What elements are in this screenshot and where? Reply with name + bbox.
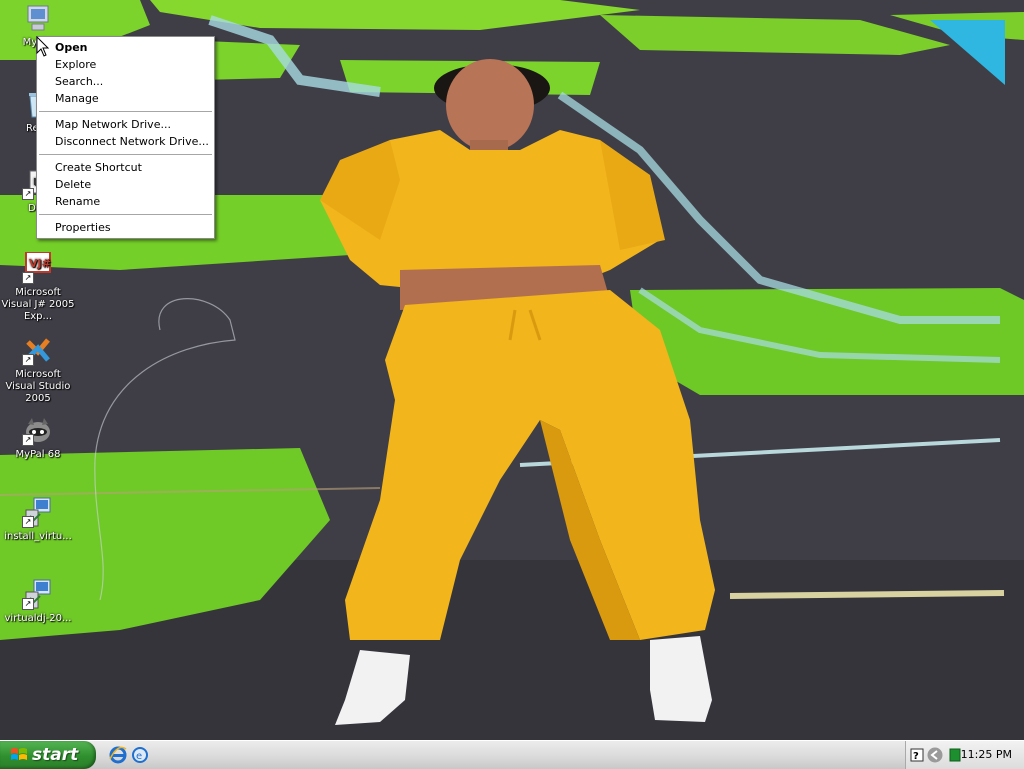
visual-jsharp-icon: VJ# ↗	[22, 252, 54, 284]
desktop-icon-label: install_virtu...	[4, 531, 72, 542]
visual-studio-icon: ↗	[22, 334, 54, 366]
help-icon[interactable]: ?	[910, 747, 924, 763]
menu-item-properties[interactable]: Properties	[37, 219, 214, 236]
svg-text:e: e	[136, 751, 142, 762]
clock[interactable]: 11:25 PM	[961, 741, 1012, 769]
my-computer-icon	[22, 2, 54, 34]
desktop[interactable]: My Co Recy D ↗ Dev VJ# ↗ Microsoft Visua…	[0, 0, 1024, 740]
context-menu: Open Explore Search... Manage Map Networ…	[36, 36, 215, 239]
desktop-icon-visual-studio[interactable]: ↗ Microsoft Visual Studio 2005	[0, 334, 76, 405]
start-button[interactable]: start	[0, 741, 96, 769]
menu-item-map-network-drive[interactable]: Map Network Drive...	[37, 116, 214, 133]
menu-separator	[39, 154, 212, 155]
desktop-icon-virtualdj[interactable]: ↗ virtualdj-20...	[0, 578, 76, 625]
desktop-icon-label: MyPal 68	[15, 449, 61, 460]
installer-icon: ↗	[22, 496, 54, 528]
installer-icon: ↗	[22, 578, 54, 610]
show-desktop-icon[interactable]: e	[130, 745, 150, 765]
menu-item-rename[interactable]: Rename	[37, 193, 214, 210]
mypal-raccoon-icon: ↗	[22, 414, 54, 446]
menu-item-disconnect-network-drive[interactable]: Disconnect Network Drive...	[37, 133, 214, 150]
menu-item-manage[interactable]: Manage	[37, 90, 214, 107]
svg-text:?: ?	[913, 751, 919, 762]
chevron-left-icon[interactable]	[926, 747, 944, 763]
mouse-cursor-icon	[36, 36, 50, 57]
desktop-icon-install-virtualdj[interactable]: ↗ install_virtu...	[0, 496, 76, 543]
desktop-icon-label: virtualdj-20...	[4, 613, 72, 624]
start-label: start	[32, 745, 79, 765]
system-tray: ? 11:25 PM	[905, 741, 1024, 769]
menu-separator	[39, 214, 212, 215]
taskbar: start e ? 11:25 PM	[0, 740, 1024, 769]
menu-item-create-shortcut[interactable]: Create Shortcut	[37, 159, 214, 176]
desktop-icon-visual-jsharp[interactable]: VJ# ↗ Microsoft Visual J# 2005 Exp...	[0, 252, 76, 323]
menu-item-explore[interactable]: Explore	[37, 56, 214, 73]
desktop-icon-label: Microsoft Visual Studio 2005	[5, 369, 71, 404]
desktop-icon-mypal[interactable]: ↗ MyPal 68	[0, 414, 76, 461]
desktop-icon-label: Microsoft Visual J# 2005 Exp...	[1, 287, 75, 322]
menu-item-open[interactable]: Open	[37, 39, 214, 56]
internet-explorer-icon[interactable]	[108, 745, 128, 765]
menu-item-search[interactable]: Search...	[37, 73, 214, 90]
svg-text:VJ#: VJ#	[29, 257, 51, 270]
windows-flag-icon	[11, 748, 27, 760]
menu-separator	[39, 111, 212, 112]
menu-item-delete[interactable]: Delete	[37, 176, 214, 193]
